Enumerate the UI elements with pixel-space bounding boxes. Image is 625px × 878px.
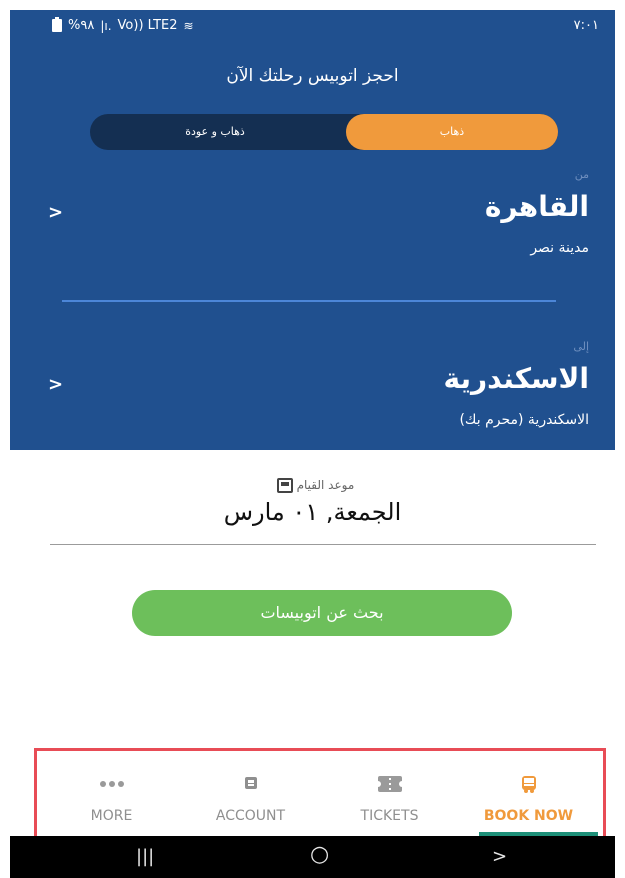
status-left: %٩٨ |ı. Vo)) LTE2 ≋ [52, 17, 194, 33]
one-way-option[interactable]: ذهاب [346, 114, 558, 150]
departure-date: الجمعة, ٠١ مارس [223, 498, 402, 526]
from-chevron-icon[interactable]: > [48, 202, 63, 223]
round-trip-option[interactable]: ذهاب و عودة [90, 114, 340, 150]
network-indicator: Vo)) LTE2 [117, 18, 178, 33]
recent-apps-button[interactable]: ||| [136, 846, 154, 867]
trip-type-toggle[interactable]: ذهاب و عودة ذهاب [90, 114, 558, 150]
from-label: من [574, 168, 589, 181]
status-bar: %٩٨ |ı. Vo)) LTE2 ≋ ٧:٠١ [10, 10, 615, 46]
status-time: ٧:٠١ [573, 18, 599, 33]
wifi-icon: ≋ [183, 18, 194, 33]
date-divider [50, 544, 596, 545]
to-chevron-icon[interactable]: > [48, 374, 63, 395]
back-button[interactable]: > [492, 846, 507, 867]
departure-label-row: موعد القيام [0, 478, 625, 493]
app-screen: %٩٨ |ı. Vo)) LTE2 ≋ ٧:٠١ احجز اتوبيس رحل… [0, 0, 625, 878]
page-title: احجز اتوبيس رحلتك الآن [226, 66, 399, 86]
to-label: إلى [573, 340, 589, 353]
android-navigation-bar: ||| ○ > [10, 836, 615, 878]
departure-label: موعد القيام [296, 478, 355, 492]
home-button[interactable]: ○ [310, 842, 329, 867]
booking-header: %٩٨ |ı. Vo)) LTE2 ≋ ٧:٠١ احجز اتوبيس رحل… [10, 10, 615, 450]
search-buses-button[interactable]: بحث عن اتوبيسات [132, 590, 512, 636]
calendar-icon [276, 478, 293, 493]
signal-icon: |ı. [100, 18, 112, 33]
battery-icon [52, 17, 62, 32]
highlight-box [34, 748, 606, 840]
battery-percent: %٩٨ [68, 18, 95, 33]
to-station: الاسكندرية (محرم بك) [459, 412, 589, 428]
from-city: القاهرة [484, 190, 589, 223]
from-station: مدينة نصر [530, 240, 589, 256]
from-to-divider [62, 300, 556, 302]
to-city: الاسكندرية [443, 362, 589, 395]
